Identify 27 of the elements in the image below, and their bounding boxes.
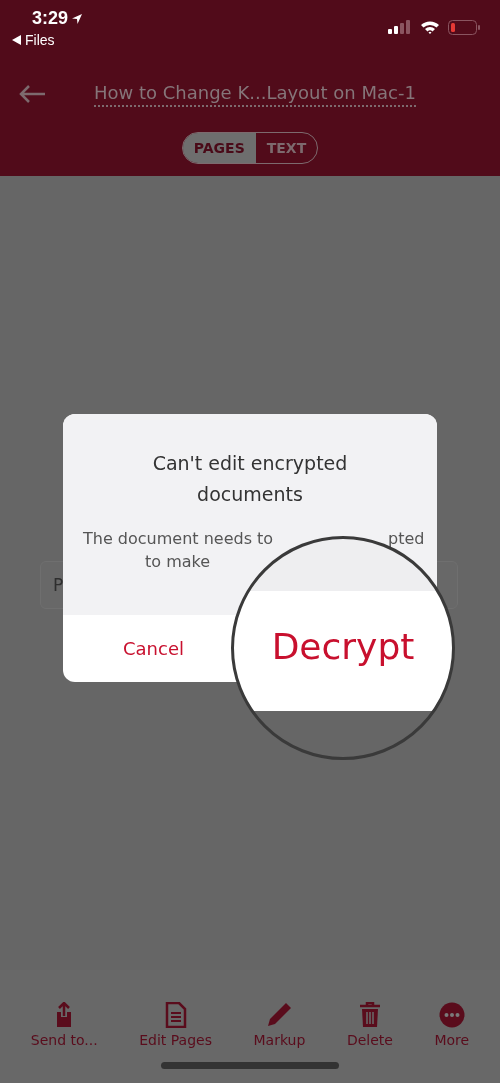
toolbar-button[interactable]: Delete bbox=[346, 1002, 393, 1048]
decrypt-button[interactable]: Decrypt bbox=[267, 625, 419, 667]
battery-low-icon bbox=[448, 19, 480, 35]
dialog-message: The document needs to bbox=[83, 528, 274, 548]
back-arrow-icon[interactable] bbox=[18, 84, 46, 104]
cancel-button[interactable]: Cancel bbox=[103, 632, 204, 665]
more-icon bbox=[438, 1002, 465, 1028]
wifi-icon bbox=[420, 20, 440, 34]
document-icon bbox=[164, 1002, 187, 1028]
toolbar-button[interactable]: More bbox=[434, 1002, 470, 1048]
pencil-icon bbox=[266, 1002, 293, 1028]
back-to-app-link[interactable]: Files bbox=[12, 32, 84, 48]
view-tab[interactable]: TEXT bbox=[255, 133, 318, 163]
dialog-title: Can't edit encrypted documents bbox=[151, 451, 349, 507]
back-triangle-icon bbox=[12, 35, 21, 45]
status-time: 3:29 bbox=[32, 8, 69, 29]
toolbar-button[interactable]: Markup bbox=[253, 1002, 306, 1048]
view-tab[interactable]: PAGES bbox=[182, 133, 256, 163]
trash-icon bbox=[358, 1002, 381, 1028]
toolbar-button[interactable]: Send to... bbox=[30, 1002, 98, 1048]
document-title[interactable]: How to Change K...Layout on Mac-1 bbox=[94, 81, 416, 107]
toolbar-button[interactable]: Edit Pages bbox=[139, 1002, 212, 1048]
signal-icon bbox=[388, 20, 412, 34]
background-field-text: P bbox=[53, 575, 64, 595]
location-arrow-icon bbox=[71, 12, 84, 25]
dialog-message: pted bbox=[388, 528, 425, 548]
dialog-message: to make bbox=[145, 552, 211, 571]
